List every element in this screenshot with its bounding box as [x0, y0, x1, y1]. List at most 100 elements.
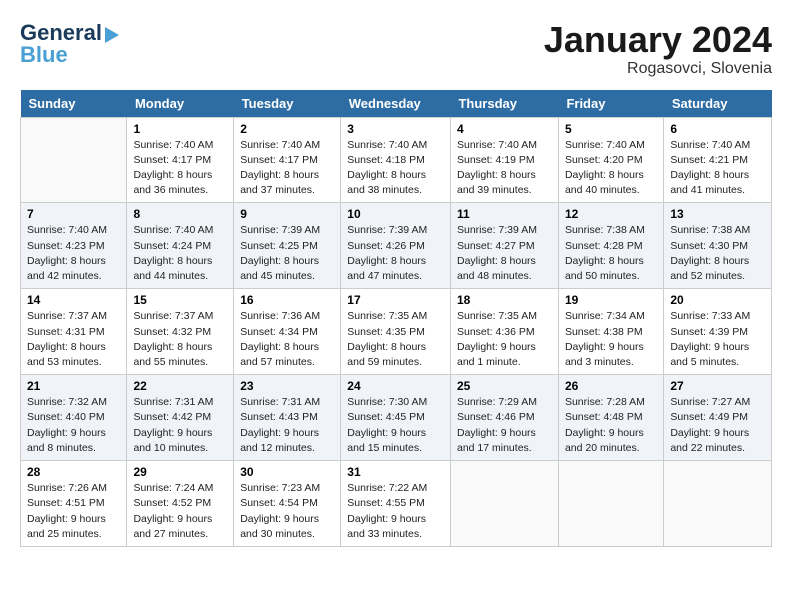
day-info: Sunrise: 7:24 AMSunset: 4:52 PMDaylight:…: [133, 482, 213, 540]
calendar-week-3: 21 Sunrise: 7:32 AMSunset: 4:40 PMDaylig…: [21, 375, 772, 461]
day-info: Sunrise: 7:22 AMSunset: 4:55 PMDaylight:…: [347, 482, 427, 540]
day-number: 21: [27, 379, 120, 393]
day-info: Sunrise: 7:34 AMSunset: 4:38 PMDaylight:…: [565, 310, 645, 368]
calendar-cell: 20 Sunrise: 7:33 AMSunset: 4:39 PMDaylig…: [664, 289, 772, 375]
calendar-week-4: 28 Sunrise: 7:26 AMSunset: 4:51 PMDaylig…: [21, 461, 772, 547]
col-saturday: Saturday: [664, 90, 772, 118]
header-row: Sunday Monday Tuesday Wednesday Thursday…: [21, 90, 772, 118]
day-number: 31: [347, 465, 444, 479]
day-number: 4: [457, 122, 552, 136]
day-number: 16: [240, 293, 334, 307]
day-info: Sunrise: 7:39 AMSunset: 4:25 PMDaylight:…: [240, 224, 320, 282]
day-number: 30: [240, 465, 334, 479]
day-number: 27: [670, 379, 765, 393]
day-number: 9: [240, 207, 334, 221]
day-info: Sunrise: 7:38 AMSunset: 4:28 PMDaylight:…: [565, 224, 645, 282]
col-sunday: Sunday: [21, 90, 127, 118]
day-number: 7: [27, 207, 120, 221]
day-number: 20: [670, 293, 765, 307]
calendar-cell: 3 Sunrise: 7:40 AMSunset: 4:18 PMDayligh…: [341, 117, 451, 203]
day-info: Sunrise: 7:28 AMSunset: 4:48 PMDaylight:…: [565, 396, 645, 454]
calendar-cell: [21, 117, 127, 203]
calendar-cell: 18 Sunrise: 7:35 AMSunset: 4:36 PMDaylig…: [450, 289, 558, 375]
day-info: Sunrise: 7:40 AMSunset: 4:23 PMDaylight:…: [27, 224, 107, 282]
col-wednesday: Wednesday: [341, 90, 451, 118]
calendar-cell: 14 Sunrise: 7:37 AMSunset: 4:31 PMDaylig…: [21, 289, 127, 375]
day-number: 13: [670, 207, 765, 221]
logo: General Blue: [20, 20, 119, 68]
day-number: 10: [347, 207, 444, 221]
day-info: Sunrise: 7:31 AMSunset: 4:42 PMDaylight:…: [133, 396, 213, 454]
day-number: 1: [133, 122, 227, 136]
day-info: Sunrise: 7:40 AMSunset: 4:18 PMDaylight:…: [347, 139, 427, 197]
day-info: Sunrise: 7:27 AMSunset: 4:49 PMDaylight:…: [670, 396, 750, 454]
calendar-cell: 7 Sunrise: 7:40 AMSunset: 4:23 PMDayligh…: [21, 203, 127, 289]
calendar-cell: [664, 461, 772, 547]
calendar-cell: 17 Sunrise: 7:35 AMSunset: 4:35 PMDaylig…: [341, 289, 451, 375]
calendar-cell: 24 Sunrise: 7:30 AMSunset: 4:45 PMDaylig…: [341, 375, 451, 461]
calendar-cell: 10 Sunrise: 7:39 AMSunset: 4:26 PMDaylig…: [341, 203, 451, 289]
day-info: Sunrise: 7:40 AMSunset: 4:17 PMDaylight:…: [133, 139, 213, 197]
day-info: Sunrise: 7:40 AMSunset: 4:17 PMDaylight:…: [240, 139, 320, 197]
day-number: 24: [347, 379, 444, 393]
day-info: Sunrise: 7:35 AMSunset: 4:35 PMDaylight:…: [347, 310, 427, 368]
calendar-cell: 23 Sunrise: 7:31 AMSunset: 4:43 PMDaylig…: [234, 375, 341, 461]
day-info: Sunrise: 7:31 AMSunset: 4:43 PMDaylight:…: [240, 396, 320, 454]
calendar-cell: 15 Sunrise: 7:37 AMSunset: 4:32 PMDaylig…: [127, 289, 234, 375]
day-info: Sunrise: 7:39 AMSunset: 4:27 PMDaylight:…: [457, 224, 537, 282]
day-number: 6: [670, 122, 765, 136]
calendar-cell: 25 Sunrise: 7:29 AMSunset: 4:46 PMDaylig…: [450, 375, 558, 461]
calendar-cell: [558, 461, 663, 547]
day-number: 18: [457, 293, 552, 307]
day-number: 5: [565, 122, 657, 136]
day-info: Sunrise: 7:30 AMSunset: 4:45 PMDaylight:…: [347, 396, 427, 454]
calendar-cell: 27 Sunrise: 7:27 AMSunset: 4:49 PMDaylig…: [664, 375, 772, 461]
day-number: 15: [133, 293, 227, 307]
day-info: Sunrise: 7:35 AMSunset: 4:36 PMDaylight:…: [457, 310, 537, 368]
col-friday: Friday: [558, 90, 663, 118]
calendar-cell: 22 Sunrise: 7:31 AMSunset: 4:42 PMDaylig…: [127, 375, 234, 461]
logo-arrow-icon: [105, 27, 119, 43]
calendar-cell: 29 Sunrise: 7:24 AMSunset: 4:52 PMDaylig…: [127, 461, 234, 547]
col-tuesday: Tuesday: [234, 90, 341, 118]
day-info: Sunrise: 7:39 AMSunset: 4:26 PMDaylight:…: [347, 224, 427, 282]
day-info: Sunrise: 7:33 AMSunset: 4:39 PMDaylight:…: [670, 310, 750, 368]
day-info: Sunrise: 7:26 AMSunset: 4:51 PMDaylight:…: [27, 482, 107, 540]
calendar-cell: 31 Sunrise: 7:22 AMSunset: 4:55 PMDaylig…: [341, 461, 451, 547]
header: General Blue January 2024 Rogasovci, Slo…: [20, 20, 772, 78]
calendar-cell: 8 Sunrise: 7:40 AMSunset: 4:24 PMDayligh…: [127, 203, 234, 289]
calendar-cell: 11 Sunrise: 7:39 AMSunset: 4:27 PMDaylig…: [450, 203, 558, 289]
calendar-table: Sunday Monday Tuesday Wednesday Thursday…: [20, 90, 772, 547]
day-number: 25: [457, 379, 552, 393]
calendar-cell: 5 Sunrise: 7:40 AMSunset: 4:20 PMDayligh…: [558, 117, 663, 203]
day-info: Sunrise: 7:37 AMSunset: 4:32 PMDaylight:…: [133, 310, 213, 368]
calendar-cell: 12 Sunrise: 7:38 AMSunset: 4:28 PMDaylig…: [558, 203, 663, 289]
title-block: January 2024 Rogasovci, Slovenia: [544, 20, 772, 78]
day-number: 29: [133, 465, 227, 479]
day-info: Sunrise: 7:40 AMSunset: 4:20 PMDaylight:…: [565, 139, 645, 197]
day-number: 17: [347, 293, 444, 307]
calendar-week-2: 14 Sunrise: 7:37 AMSunset: 4:31 PMDaylig…: [21, 289, 772, 375]
calendar-cell: 4 Sunrise: 7:40 AMSunset: 4:19 PMDayligh…: [450, 117, 558, 203]
calendar-cell: 6 Sunrise: 7:40 AMSunset: 4:21 PMDayligh…: [664, 117, 772, 203]
calendar-cell: 16 Sunrise: 7:36 AMSunset: 4:34 PMDaylig…: [234, 289, 341, 375]
day-number: 12: [565, 207, 657, 221]
location: Rogasovci, Slovenia: [544, 60, 772, 78]
day-info: Sunrise: 7:40 AMSunset: 4:24 PMDaylight:…: [133, 224, 213, 282]
day-number: 28: [27, 465, 120, 479]
day-info: Sunrise: 7:32 AMSunset: 4:40 PMDaylight:…: [27, 396, 107, 454]
day-number: 2: [240, 122, 334, 136]
day-info: Sunrise: 7:40 AMSunset: 4:21 PMDaylight:…: [670, 139, 750, 197]
month-title: January 2024: [544, 20, 772, 60]
calendar-week-0: 1 Sunrise: 7:40 AMSunset: 4:17 PMDayligh…: [21, 117, 772, 203]
page: General Blue January 2024 Rogasovci, Slo…: [0, 0, 792, 557]
calendar-cell: 1 Sunrise: 7:40 AMSunset: 4:17 PMDayligh…: [127, 117, 234, 203]
day-number: 19: [565, 293, 657, 307]
col-thursday: Thursday: [450, 90, 558, 118]
day-number: 11: [457, 207, 552, 221]
calendar-cell: 2 Sunrise: 7:40 AMSunset: 4:17 PMDayligh…: [234, 117, 341, 203]
day-number: 22: [133, 379, 227, 393]
calendar-cell: 13 Sunrise: 7:38 AMSunset: 4:30 PMDaylig…: [664, 203, 772, 289]
calendar-cell: 19 Sunrise: 7:34 AMSunset: 4:38 PMDaylig…: [558, 289, 663, 375]
calendar-cell: [450, 461, 558, 547]
